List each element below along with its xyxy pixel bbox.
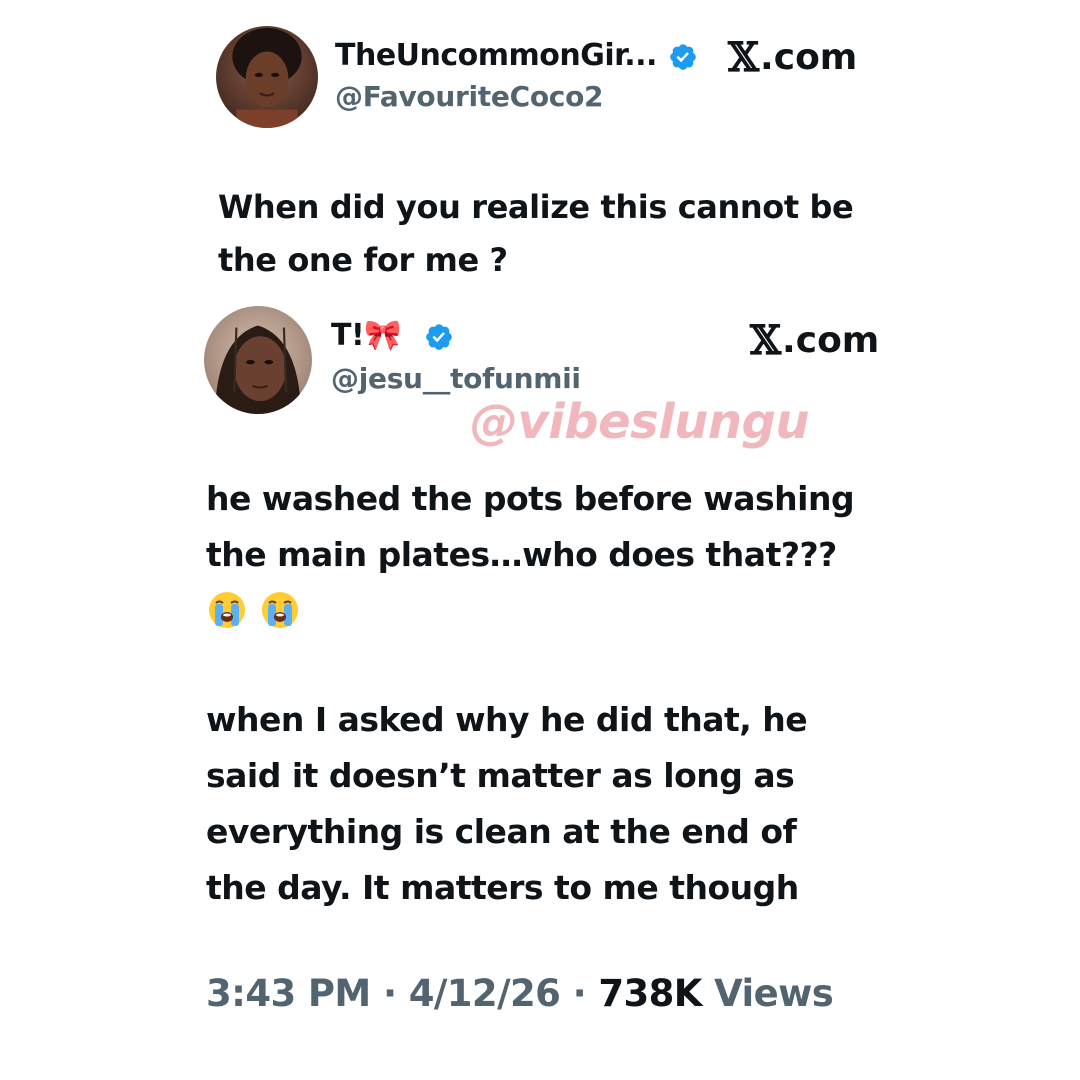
- x-logo-icon: 𝕏: [750, 317, 782, 364]
- tweet-date[interactable]: 4/12/26: [409, 972, 561, 1015]
- main-text-line: when I asked why he did that, he: [206, 700, 808, 739]
- verified-badge-icon: [426, 324, 452, 350]
- meta-separator: ·: [382, 972, 397, 1015]
- main-user-avatar[interactable]: [204, 306, 312, 414]
- main-site-label: 𝕏 .com: [750, 317, 879, 364]
- main-text-line: the main plates…who does that???: [206, 535, 837, 574]
- main-text-line: the day. It matters to me though: [206, 868, 799, 907]
- quoted-tweet-text: When did you realize this cannot be the …: [218, 181, 854, 287]
- views-count: 738K: [598, 972, 702, 1015]
- main-text-line: he washed the pots before washing: [206, 479, 855, 518]
- main-tweet-paragraph-1: he washed the pots before washing the ma…: [206, 471, 855, 583]
- watermark-text: @vibeslungu: [470, 394, 810, 450]
- tweet-meta: 3:43 PM · 4/12/26 · 738K Views: [206, 972, 834, 1015]
- quoted-text-line: When did you realize this cannot be: [218, 188, 854, 226]
- main-tweet-paragraph-2: when I asked why he did that, he said it…: [206, 692, 808, 916]
- quoted-display-name[interactable]: TheUncommonGir...: [335, 38, 657, 73]
- main-display-name[interactable]: T!🎀: [331, 318, 402, 353]
- quoted-handle[interactable]: @FavouriteCoco2: [335, 80, 603, 113]
- quoted-user-avatar[interactable]: [216, 26, 318, 128]
- loudly-crying-face-emoji: [262, 592, 298, 628]
- views-label: Views: [714, 972, 834, 1015]
- meta-separator: ·: [572, 972, 587, 1015]
- main-text-line: said it doesn’t matter as long as: [206, 756, 795, 795]
- quoted-site-label-text: .com: [760, 37, 858, 78]
- verified-badge-icon: [670, 44, 696, 70]
- tweet-time[interactable]: 3:43 PM: [206, 972, 371, 1015]
- quoted-text-line: the one for me ?: [218, 241, 508, 279]
- x-logo-icon: 𝕏: [728, 34, 760, 81]
- main-text-line: everything is clean at the end of: [206, 812, 797, 851]
- loudly-crying-face-emoji: [209, 592, 245, 628]
- main-site-label-text: .com: [782, 320, 880, 361]
- quoted-site-label: 𝕏 .com: [728, 34, 857, 81]
- main-handle[interactable]: @jesu__tofunmii: [331, 362, 581, 395]
